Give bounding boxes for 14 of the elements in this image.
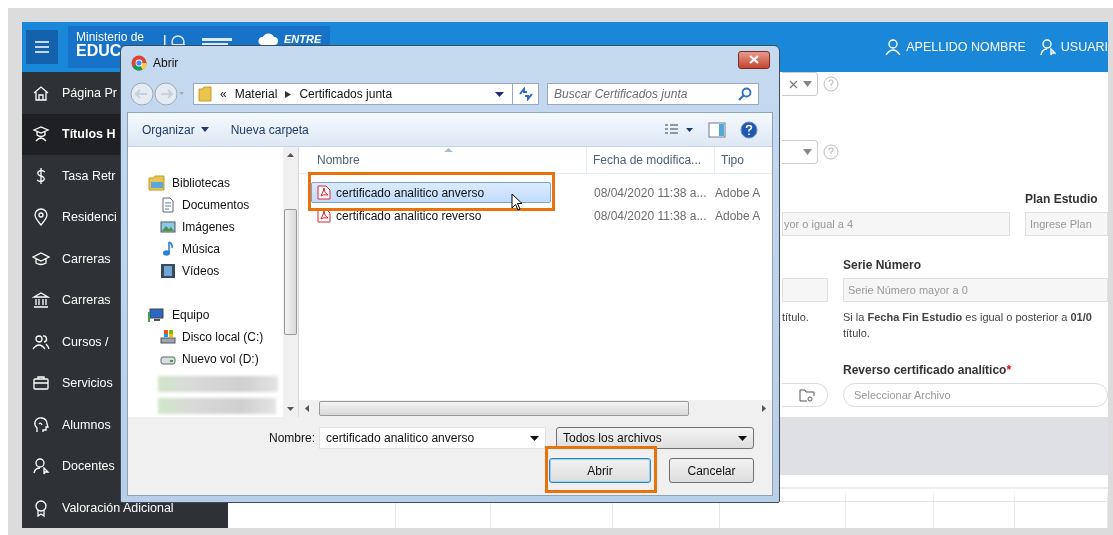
field-label: Serie Número xyxy=(843,258,923,272)
help-text: título. xyxy=(782,310,810,325)
dialog-title: Abrir xyxy=(153,55,179,70)
ministry-subtitle: EDUC xyxy=(76,43,123,59)
brand-name: ENTRE xyxy=(284,33,322,45)
file-date: 08/04/2020 11:38 a... xyxy=(593,185,708,200)
help-text: Si la Fecha Fin Estudio es igual o posterior a 01/0 título. xyxy=(843,310,1093,341)
file-type: Adobe A xyxy=(715,185,761,200)
field-label: Plan Estudio xyxy=(1025,192,1099,206)
filename-label: Nombre: xyxy=(269,431,315,445)
field-label: Reverso certificado analítico* xyxy=(843,363,1013,377)
file-date: 08/04/2020 11:38 a... xyxy=(593,208,708,223)
ministry-name: Ministerio de xyxy=(76,31,145,43)
file-type: Adobe A xyxy=(715,208,761,223)
